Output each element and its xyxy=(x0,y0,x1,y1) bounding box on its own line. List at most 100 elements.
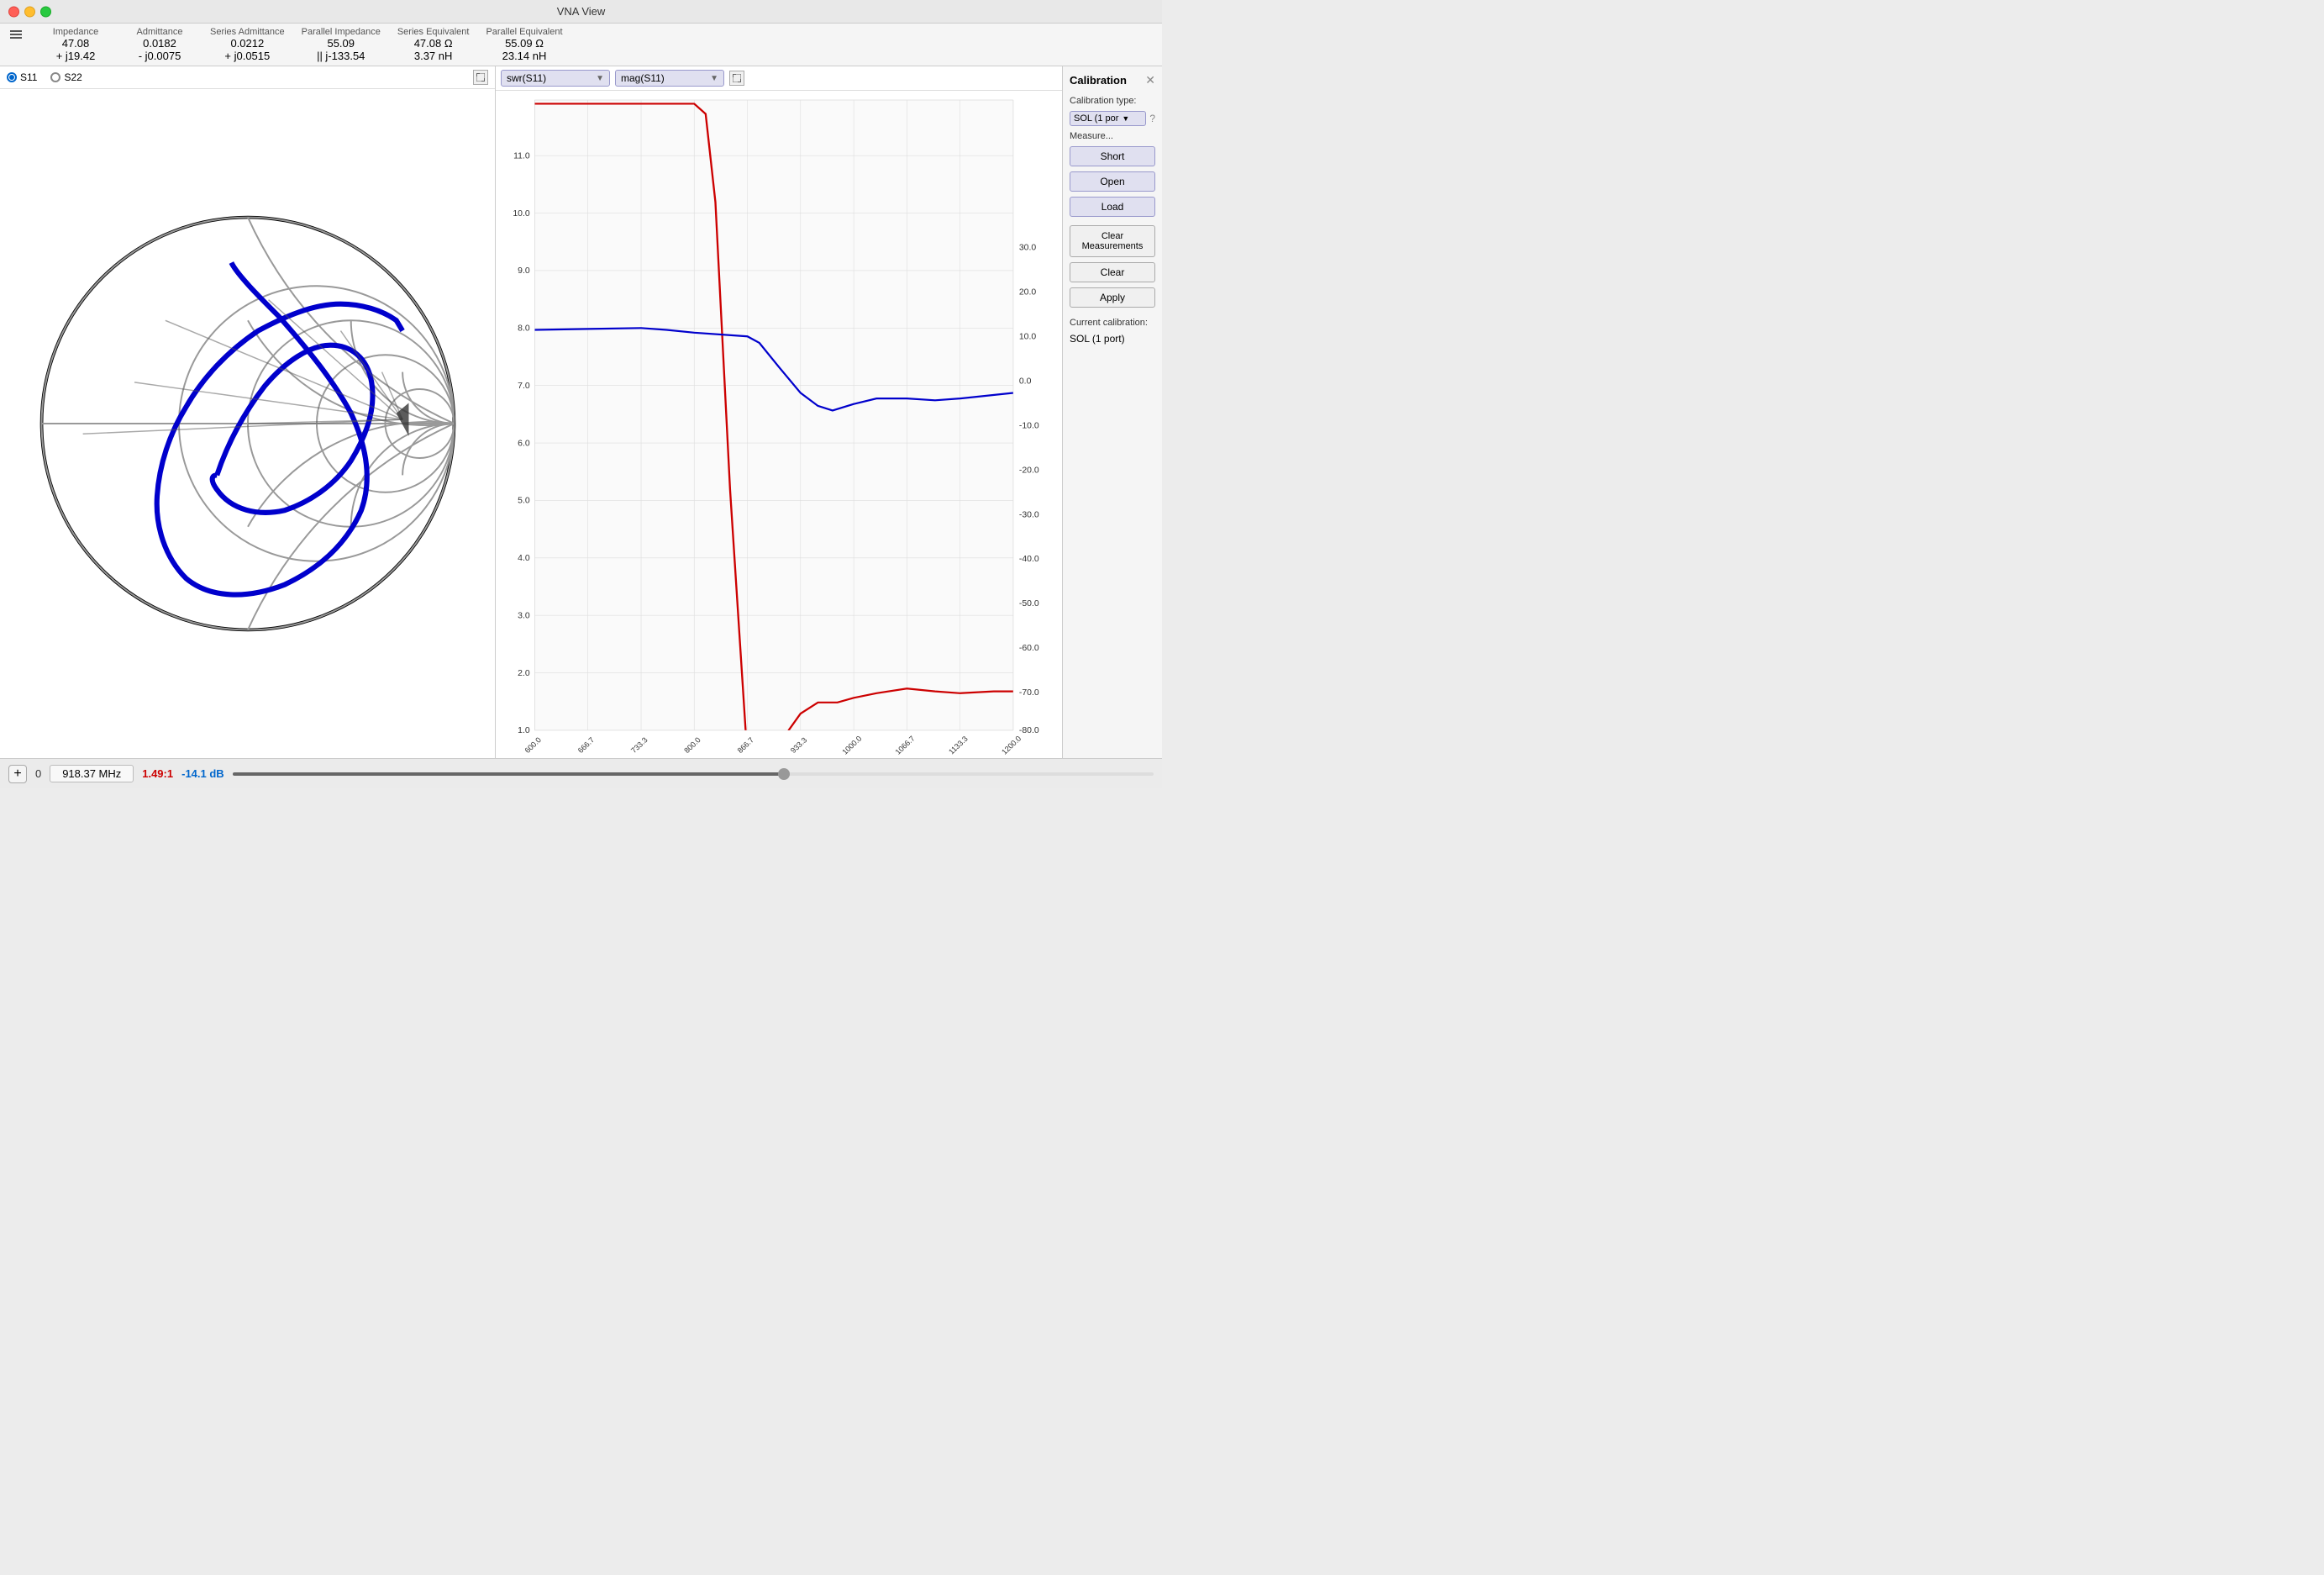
svg-text:2.0: 2.0 xyxy=(518,669,530,678)
menu-icon[interactable] xyxy=(7,27,25,62)
parallel-equivalent-value: 55.09 Ω xyxy=(505,37,544,50)
svg-text:10.0: 10.0 xyxy=(1019,333,1037,342)
series-admittance-subvalue: + j0.0515 xyxy=(224,50,270,62)
admittance-label: Admittance xyxy=(136,27,182,37)
measure-label: Measure... xyxy=(1070,131,1155,141)
svg-text:3.0: 3.0 xyxy=(518,612,530,621)
load-button[interactable]: Load xyxy=(1070,197,1155,217)
cal-type-value: SOL (1 por xyxy=(1074,113,1118,124)
cal-type-dropdown[interactable]: SOL (1 por ▼ xyxy=(1070,111,1146,126)
graph-svg: 1.0 2.0 3.0 4.0 5.0 6.0 7.0 8.0 9.0 10.0… xyxy=(496,91,1062,758)
parallel-equivalent-label: Parallel Equivalent xyxy=(486,27,562,37)
graph-area: 1.0 2.0 3.0 4.0 5.0 6.0 7.0 8.0 9.0 10.0… xyxy=(496,91,1062,758)
svg-text:733.3: 733.3 xyxy=(629,735,649,754)
parallel-equivalent-subvalue: 23.14 nH xyxy=(502,50,547,62)
s22-radio-indicator xyxy=(50,72,60,82)
svg-text:7.0: 7.0 xyxy=(518,382,530,391)
impedance-subvalue: + j19.42 xyxy=(56,50,96,62)
maximize-button[interactable] xyxy=(40,6,51,17)
clear-measurements-button[interactable]: Clear Measurements xyxy=(1070,225,1155,257)
cal-type-row: SOL (1 por ▼ ? xyxy=(1070,111,1155,126)
window-title: VNA View xyxy=(557,5,606,18)
svg-text:800.0: 800.0 xyxy=(682,735,702,754)
current-cal-value: SOL (1 port) xyxy=(1070,333,1155,345)
bottom-bar: + 0 1.49:1 -14.1 dB xyxy=(0,758,1162,788)
svg-text:-10.0: -10.0 xyxy=(1019,422,1039,431)
calibration-title: Calibration xyxy=(1070,74,1127,87)
s11-label: S11 xyxy=(20,71,37,83)
graph-expand-button[interactable] xyxy=(729,71,744,86)
close-button[interactable] xyxy=(8,6,19,17)
add-button[interactable]: + xyxy=(8,765,27,783)
svg-text:11.0: 11.0 xyxy=(513,152,530,161)
series-admittance-label: Series Admittance xyxy=(210,27,285,37)
help-icon[interactable]: ? xyxy=(1149,113,1155,124)
svg-text:-40.0: -40.0 xyxy=(1019,555,1039,564)
open-button[interactable]: Open xyxy=(1070,171,1155,192)
graph-dropdown-1-label: swr(S11) xyxy=(507,72,546,84)
svg-text:30.0: 30.0 xyxy=(1019,244,1037,253)
apply-button[interactable]: Apply xyxy=(1070,287,1155,308)
chevron-down-icon-2: ▼ xyxy=(710,74,718,83)
svg-text:-30.0: -30.0 xyxy=(1019,510,1039,519)
svg-text:8.0: 8.0 xyxy=(518,324,530,334)
close-icon[interactable]: ✕ xyxy=(1145,73,1155,87)
svg-text:-80.0: -80.0 xyxy=(1019,726,1039,735)
svg-text:666.7: 666.7 xyxy=(576,735,597,754)
svg-text:4.0: 4.0 xyxy=(518,554,530,563)
admittance-value: 0.0182 xyxy=(143,37,176,50)
parallel-impedance-subvalue: || j-133.54 xyxy=(317,50,365,62)
svg-text:5.0: 5.0 xyxy=(518,497,530,506)
svg-text:600.0: 600.0 xyxy=(523,735,543,754)
parallel-impedance-metric: Parallel Impedance 55.09 || j-133.54 xyxy=(302,27,381,62)
main-area: S11 S22 xyxy=(0,66,1162,758)
svg-text:0.0: 0.0 xyxy=(1019,377,1032,387)
svg-text:1133.3: 1133.3 xyxy=(947,735,970,756)
s11-radio[interactable]: S11 xyxy=(7,71,37,83)
impedance-value: 47.08 xyxy=(62,37,90,50)
svg-text:933.3: 933.3 xyxy=(789,735,809,754)
minimize-button[interactable] xyxy=(24,6,35,17)
calibration-header: Calibration ✕ xyxy=(1070,73,1155,87)
smith-expand-button[interactable] xyxy=(473,70,488,85)
svg-text:-60.0: -60.0 xyxy=(1019,644,1039,653)
frequency-input[interactable] xyxy=(50,765,134,782)
svg-text:1000.0: 1000.0 xyxy=(840,735,863,756)
impedance-metric: Impedance 47.08 + j19.42 xyxy=(42,27,109,62)
graph-dropdown-2[interactable]: mag(S11) ▼ xyxy=(615,70,724,87)
short-button[interactable]: Short xyxy=(1070,146,1155,166)
frequency-slider-container xyxy=(233,772,1154,776)
impedance-label: Impedance xyxy=(53,27,98,37)
graph-panel: swr(S11) ▼ mag(S11) ▼ xyxy=(496,66,1063,758)
series-equivalent-metric: Series Equivalent 47.08 Ω 3.37 nH xyxy=(397,27,470,62)
graph-dropdown-1[interactable]: swr(S11) ▼ xyxy=(501,70,610,87)
current-cal-label: Current calibration: xyxy=(1070,318,1155,328)
calibration-panel: Calibration ✕ Calibration type: SOL (1 p… xyxy=(1063,66,1162,758)
parallel-equivalent-metric: Parallel Equivalent 55.09 Ω 23.14 nH xyxy=(486,27,562,62)
svg-text:9.0: 9.0 xyxy=(518,266,530,276)
swr-value: 1.49:1 xyxy=(142,767,173,780)
chevron-down-icon: ▼ xyxy=(596,74,604,83)
svg-text:-70.0: -70.0 xyxy=(1019,688,1039,698)
metrics-row: Impedance 47.08 + j19.42 Admittance 0.01… xyxy=(0,24,1162,66)
title-bar: VNA View xyxy=(0,0,1162,24)
parallel-impedance-value: 55.09 xyxy=(327,37,355,50)
series-equivalent-label: Series Equivalent xyxy=(397,27,470,37)
s11-radio-indicator xyxy=(7,72,17,82)
smith-toolbar: S11 S22 xyxy=(0,66,495,89)
traffic-lights xyxy=(8,6,51,17)
series-admittance-metric: Series Admittance 0.0212 + j0.0515 xyxy=(210,27,285,62)
smith-chart-svg xyxy=(21,188,475,659)
parallel-impedance-label: Parallel Impedance xyxy=(302,27,381,37)
svg-text:866.7: 866.7 xyxy=(736,735,756,754)
s-param-selector: S11 S22 xyxy=(7,71,82,83)
series-equivalent-value: 47.08 Ω xyxy=(414,37,453,50)
frequency-slider[interactable] xyxy=(233,772,1154,776)
s22-radio[interactable]: S22 xyxy=(50,71,81,83)
graph-dropdown-2-label: mag(S11) xyxy=(621,72,665,84)
series-equivalent-subvalue: 3.37 nH xyxy=(414,50,453,62)
graph-toolbar: swr(S11) ▼ mag(S11) ▼ xyxy=(496,66,1062,91)
svg-text:6.0: 6.0 xyxy=(518,440,530,449)
svg-text:20.0: 20.0 xyxy=(1019,288,1037,298)
clear-button[interactable]: Clear xyxy=(1070,262,1155,282)
